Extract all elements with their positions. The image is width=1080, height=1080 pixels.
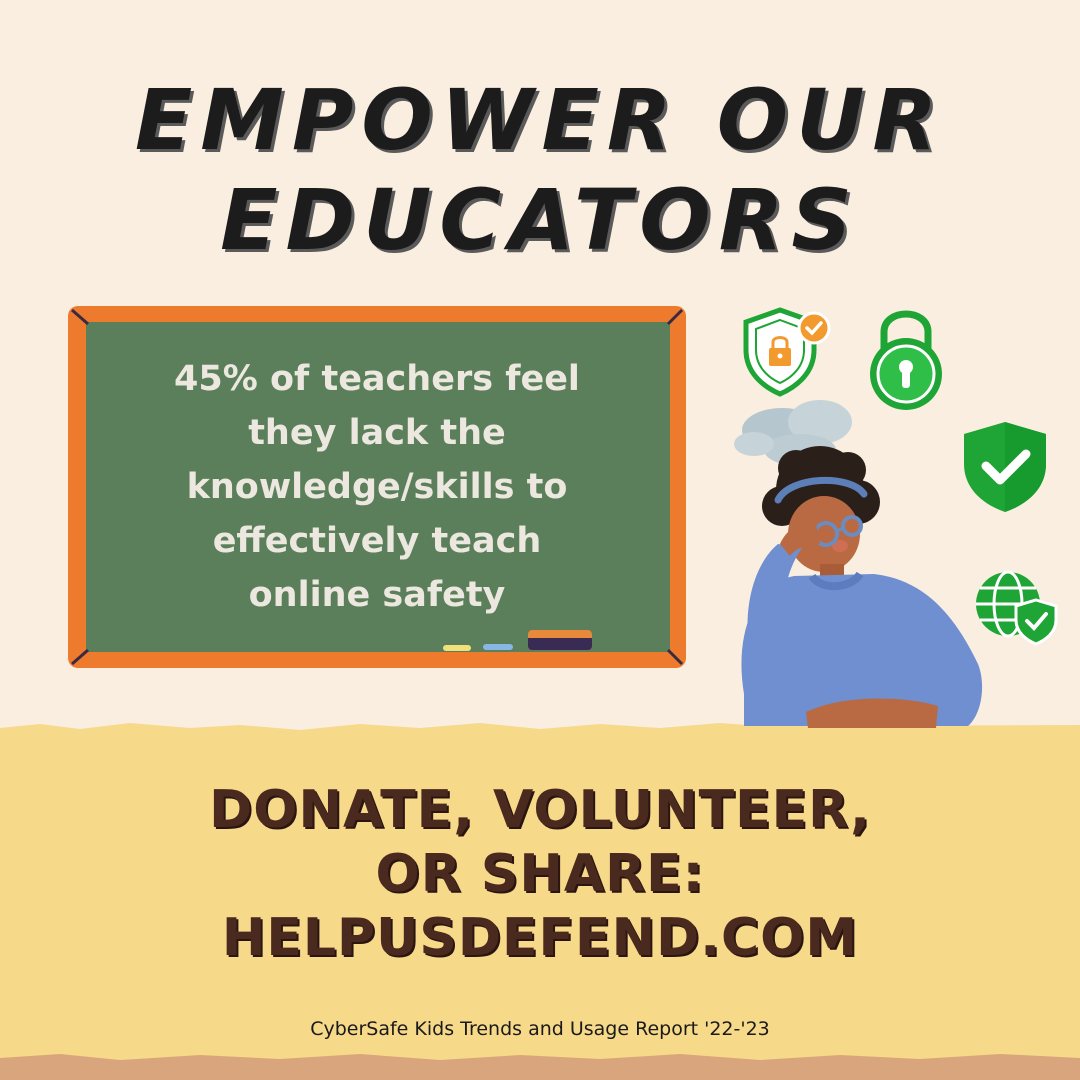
footer-strip — [0, 1054, 1080, 1080]
statement-line: they lack the — [248, 413, 506, 453]
statement-line: online safety — [248, 575, 506, 615]
eraser — [528, 630, 592, 650]
yellow-chalk — [443, 645, 471, 651]
cta-line-2: OR SHARE: — [375, 844, 705, 904]
statistic-statement: 45% of teachers feel they lack the knowl… — [130, 352, 624, 622]
cta-line-1: DONATE, VOLUNTEER, — [209, 780, 871, 840]
headline-line-2: EDUCATORS — [220, 171, 860, 269]
stressed-teacher-illustration — [734, 400, 983, 728]
statement-line: 45% of teachers feel — [174, 359, 580, 399]
poster: EMPOWER OUR EDUCATORS 45% of teachers fe… — [0, 0, 1080, 1080]
statement-line: effectively teach — [212, 521, 542, 561]
shield-lock-icon — [743, 307, 831, 397]
call-to-action: DONATE, VOLUNTEER, OR SHARE: HELPUSDEFEN… — [180, 778, 900, 970]
statement-line: knowledge/skills to — [186, 467, 568, 507]
cta-website: HELPUSDEFEND.COM — [221, 908, 859, 968]
blue-chalk — [483, 644, 513, 650]
headline-line-1: EMPOWER OUR — [134, 71, 946, 169]
headline: EMPOWER OUR EDUCATORS — [0, 70, 1080, 270]
source-citation: CyberSafe Kids Trends and Usage Report '… — [310, 1018, 770, 1040]
